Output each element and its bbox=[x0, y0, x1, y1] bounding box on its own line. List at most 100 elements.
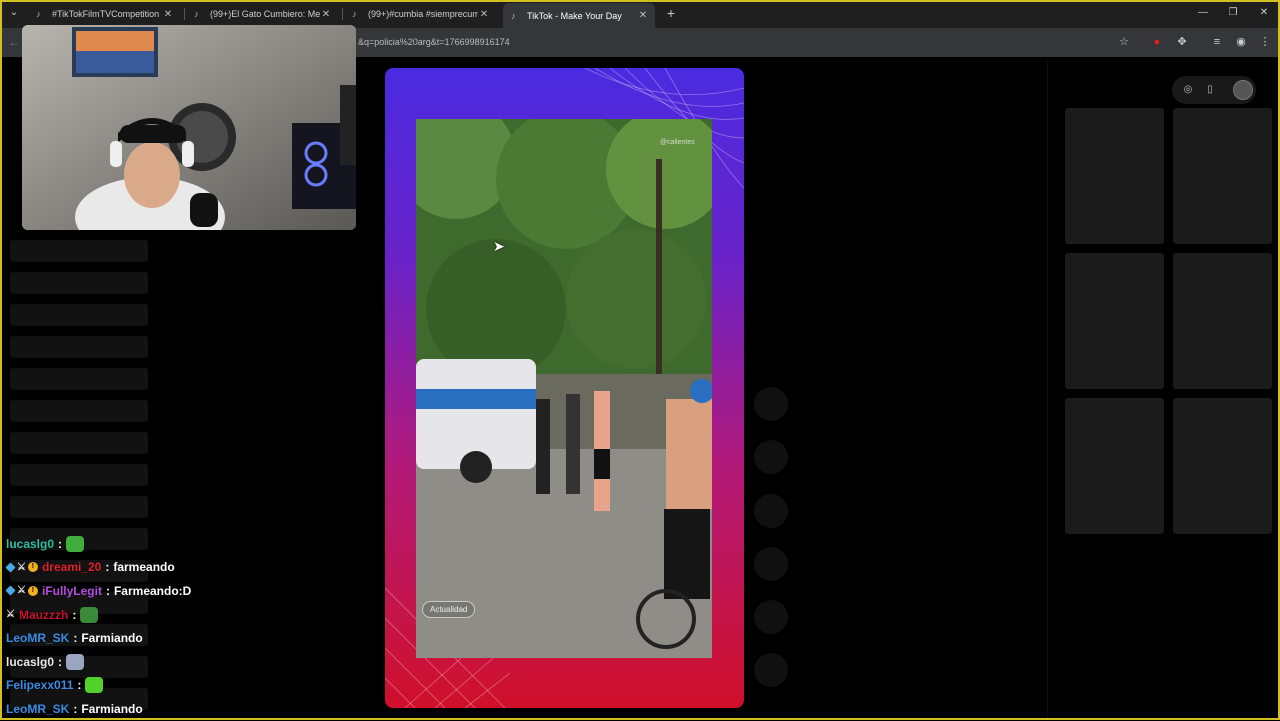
chat-message: LeoMR_SK: Farmiando bbox=[6, 697, 306, 721]
chat-username[interactable]: dreami_20 bbox=[42, 560, 101, 574]
phone-icon[interactable]: ▯ bbox=[1203, 83, 1217, 97]
music-disc-skeleton[interactable] bbox=[754, 653, 788, 687]
share-button-skeleton[interactable] bbox=[754, 547, 788, 581]
video-card[interactable]: @calientes Actualidad bbox=[385, 68, 744, 708]
related-video-skeleton[interactable] bbox=[1065, 253, 1164, 389]
close-icon[interactable]: ✕ bbox=[320, 9, 332, 20]
restore-button[interactable]: ❐ bbox=[1223, 6, 1243, 20]
sidebar-skeleton bbox=[10, 304, 148, 326]
chat-colon: : bbox=[73, 701, 78, 716]
tab-divider bbox=[184, 8, 185, 20]
video-player[interactable]: @calientes Actualidad bbox=[416, 119, 712, 658]
back-arrow-icon[interactable]: ← bbox=[8, 35, 20, 49]
chat-message: lucaslg0: bbox=[6, 532, 306, 556]
sidebar-skeleton bbox=[10, 336, 148, 358]
chat-message: lucaslg0: bbox=[6, 650, 306, 674]
streamer-webcam-image bbox=[22, 25, 356, 230]
tab-title: (99+)#cumbia #siemprecumbia bbox=[368, 9, 478, 19]
chat-text: Farmiando bbox=[81, 631, 143, 646]
sidebar-skeleton bbox=[10, 432, 148, 454]
save-button-skeleton[interactable] bbox=[754, 494, 788, 528]
chat-text: farmeando bbox=[113, 560, 175, 575]
bookmark-star-icon[interactable]: ☆ bbox=[1117, 35, 1131, 49]
tab-2[interactable]: ♪ (99+)El Gato Cumbiero: Meme ✕ bbox=[186, 3, 338, 25]
tab-1[interactable]: ♪ #TikTokFilmTVCompetition #fil ✕ bbox=[28, 3, 180, 25]
category-tag[interactable]: Actualidad bbox=[422, 601, 476, 618]
tab-search-icon[interactable]: ⌄ bbox=[6, 5, 22, 21]
chat-emote-icon bbox=[80, 606, 99, 623]
video-watermark: @calientes bbox=[660, 139, 695, 146]
chat-badges: ⚔ bbox=[6, 609, 15, 620]
sidebar-skeleton bbox=[10, 272, 148, 294]
avatar[interactable] bbox=[1233, 80, 1253, 100]
tiktok-icon: ♪ bbox=[36, 9, 41, 19]
extensions-icon[interactable]: ✥ bbox=[1175, 35, 1189, 49]
related-video-skeleton[interactable] bbox=[1173, 398, 1272, 534]
record-extension-icon[interactable]: ● bbox=[1150, 35, 1164, 49]
sidebar-skeleton bbox=[10, 496, 148, 518]
sidebar-skeleton bbox=[10, 368, 148, 390]
minimize-button[interactable]: — bbox=[1193, 6, 1213, 20]
related-video-skeleton[interactable] bbox=[1173, 253, 1272, 389]
chat-message: Felipexx011: bbox=[6, 674, 306, 698]
related-video-skeleton[interactable] bbox=[1065, 398, 1164, 534]
chat-username[interactable]: iFullyLegit bbox=[42, 584, 102, 598]
chat-emote-icon bbox=[66, 535, 85, 552]
sidebar-skeleton bbox=[10, 464, 148, 486]
sword-badge-icon: ⚔ bbox=[17, 585, 26, 597]
chat-badges: ⚔! bbox=[5, 562, 38, 573]
related-video-skeleton[interactable] bbox=[1173, 108, 1272, 244]
comment-button-skeleton[interactable] bbox=[754, 440, 788, 474]
chat-emote-icon bbox=[85, 677, 104, 694]
tab-4-active[interactable]: ♪ TikTok - Make Your Day ✕ bbox=[503, 3, 655, 28]
prime-badge-icon bbox=[5, 562, 16, 573]
chat-text: Farmeando:D bbox=[113, 583, 192, 598]
like-button-skeleton[interactable] bbox=[754, 387, 788, 421]
more-button-skeleton[interactable] bbox=[754, 600, 788, 634]
tiktok-icon: ♪ bbox=[194, 9, 199, 19]
profile-icon[interactable]: ◉ bbox=[1234, 35, 1248, 49]
chat-username[interactable]: lucaslg0 bbox=[6, 537, 54, 551]
related-video-skeleton[interactable] bbox=[1065, 108, 1164, 244]
mouse-cursor-icon: ➤ bbox=[493, 238, 505, 254]
compass-icon[interactable]: ◎ bbox=[1181, 83, 1195, 97]
close-icon[interactable]: ✕ bbox=[637, 10, 649, 21]
webcam-overlay bbox=[22, 25, 356, 230]
chat-username[interactable]: LeoMR_SK bbox=[6, 631, 69, 645]
coin-badge-icon: ! bbox=[27, 585, 38, 596]
video-frame-image bbox=[416, 119, 712, 658]
chat-username[interactable]: LeoMR_SK bbox=[6, 702, 69, 716]
chat-message: ⚔! iFullyLegit: Farmeando:D bbox=[5, 579, 306, 603]
right-panel-divider bbox=[1047, 60, 1048, 720]
coin-badge-icon: ! bbox=[27, 562, 38, 573]
tiktok-icon: ♪ bbox=[511, 10, 516, 21]
chat-message: ⚔ Mauzzzh: bbox=[6, 603, 306, 627]
tab-title: #TikTokFilmTVCompetition #fil bbox=[52, 9, 162, 19]
tab-divider bbox=[342, 8, 343, 20]
chat-colon: : bbox=[105, 560, 110, 575]
close-icon[interactable]: ✕ bbox=[478, 9, 490, 20]
chat-username[interactable]: lucaslg0 bbox=[6, 655, 54, 669]
chat-colon: : bbox=[72, 607, 77, 622]
chat-colon: : bbox=[73, 631, 78, 646]
chat-colon: : bbox=[58, 654, 63, 669]
tab-title: (99+)El Gato Cumbiero: Meme bbox=[210, 9, 320, 19]
close-icon[interactable]: ✕ bbox=[162, 9, 174, 20]
chat-message: ⚔! dreami_20: farmeando bbox=[5, 556, 306, 580]
tab-3[interactable]: ♪ (99+)#cumbia #siemprecumbia ✕ bbox=[344, 3, 496, 25]
new-tab-button[interactable]: + bbox=[664, 6, 678, 20]
chat-colon: : bbox=[105, 583, 110, 598]
chat-badges: ⚔! bbox=[5, 585, 38, 597]
chat-text: Farmiando bbox=[81, 701, 143, 716]
chat-colon: : bbox=[58, 536, 63, 551]
sword-badge-icon: ⚔ bbox=[6, 609, 15, 621]
window-close-button[interactable]: ✕ bbox=[1254, 6, 1274, 20]
menu-icon[interactable]: ⋮ bbox=[1258, 35, 1272, 49]
chat-message: LeoMR_SK: Farmiando bbox=[6, 626, 306, 650]
media-controls-icon[interactable]: ≡ bbox=[1210, 35, 1224, 49]
tab-title: TikTok - Make Your Day bbox=[527, 10, 622, 21]
chat-username[interactable]: Mauzzzh bbox=[19, 608, 68, 622]
chat-username[interactable]: Felipexx011 bbox=[6, 678, 73, 692]
sidebar-skeleton bbox=[10, 240, 148, 262]
address-bar[interactable]: &q=policia%20arg&t=1766998916174 bbox=[358, 33, 1138, 52]
